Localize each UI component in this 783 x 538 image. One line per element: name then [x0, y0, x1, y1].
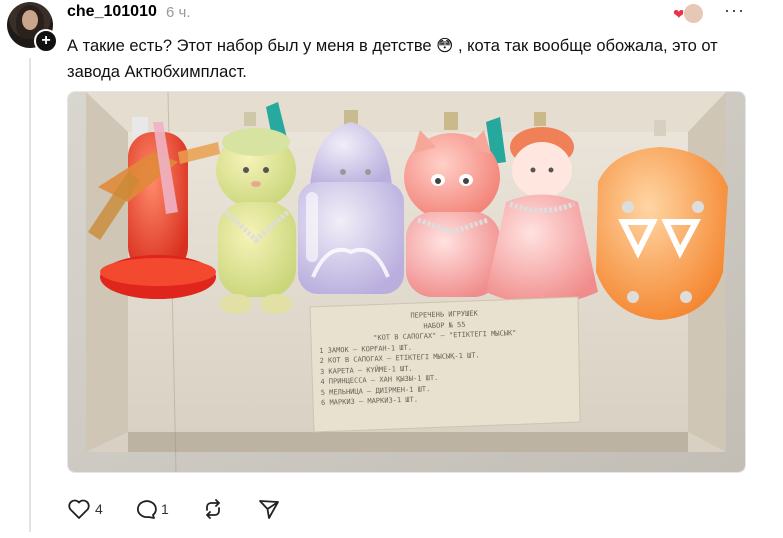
ornaments-photo-svg: [68, 92, 745, 472]
post-text: А такие есть? Этот набор был у меня в де…: [67, 37, 718, 81]
toy-list-text: ПЕРЕЧЕНЬ ИГРУШЕК НАБОР № 55 "КОТ В САПОГ…: [318, 305, 573, 408]
reactor-avatar: [683, 3, 704, 24]
avatar-face: [22, 10, 38, 30]
repost-button[interactable]: [201, 496, 225, 522]
comment-button[interactable]: 1: [133, 496, 169, 522]
comment-bubble-icon: [137, 500, 157, 519]
post-photo[interactable]: ПЕРЕЧЕНЬ ИГРУШЕК НАБОР № 55 "КОТ В САПОГ…: [67, 91, 746, 473]
username[interactable]: che_101010: [67, 3, 157, 21]
send-icon: [259, 500, 279, 519]
share-button[interactable]: [257, 496, 281, 522]
heart-outline-icon: [68, 499, 90, 519]
like-count: 4: [95, 501, 103, 517]
more-options-icon[interactable]: ···: [724, 0, 745, 21]
reaction-avatars[interactable]: ❤: [673, 3, 704, 24]
follow-plus-icon[interactable]: +: [34, 29, 58, 53]
repost-icon: [206, 499, 220, 519]
post-time: 6 ч.: [166, 4, 191, 21]
like-button[interactable]: 4: [67, 496, 103, 522]
comment-count: 1: [161, 501, 169, 517]
thread-line: [29, 58, 31, 532]
